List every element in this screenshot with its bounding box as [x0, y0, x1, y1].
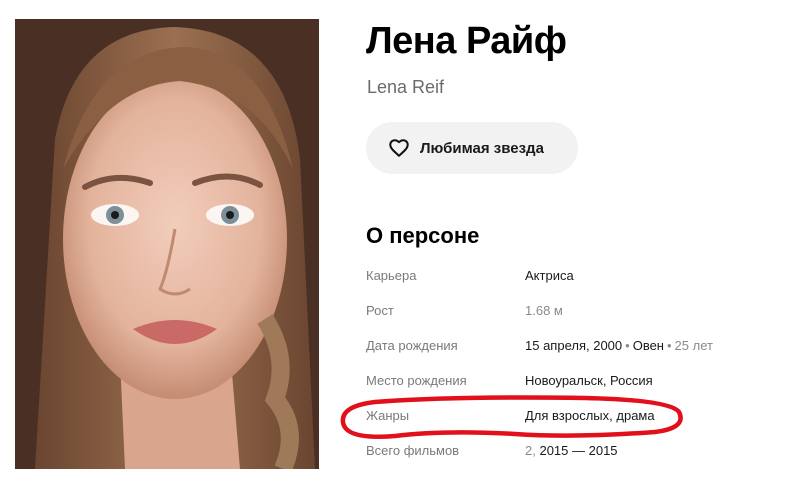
person-original-name: Lena Reif	[367, 77, 445, 97]
info-key: Рост	[366, 303, 394, 318]
info-value: 1.68 м	[525, 303, 563, 318]
separator-dot: •	[625, 338, 630, 353]
info-key: Дата рождения	[366, 338, 458, 353]
film-count[interactable]: 2,	[525, 443, 536, 458]
info-row-height: Рост 1.68 м	[366, 301, 786, 321]
info-key: Жанры	[366, 408, 410, 423]
info-key: Карьера	[366, 268, 417, 283]
birth-date-link[interactable]: 15 апреля, 2000	[525, 338, 622, 353]
info-row-genres: Жанры Для взрослых, драма	[366, 406, 786, 426]
info-row-birth-place: Место рождения Новоуральск, Россия	[366, 371, 786, 391]
portrait-image	[15, 19, 319, 469]
info-key: Место рождения	[366, 373, 467, 388]
person-photo[interactable]	[15, 19, 319, 469]
heart-icon	[388, 137, 410, 159]
separator-dot: •	[666, 338, 672, 353]
age-text: 25 лет	[674, 338, 713, 353]
person-page: Лена Райф Lena Reif Любимая звезда О пер…	[0, 0, 812, 488]
info-value: 2, 2015 — 2015	[525, 441, 618, 461]
favorite-star-label: Любимая звезда	[420, 139, 544, 157]
info-key: Всего фильмов	[366, 443, 460, 458]
person-name: Лена Райф	[366, 20, 567, 62]
info-row-career: Карьера Актриса	[366, 266, 786, 286]
info-value[interactable]: Новоуральск, Россия	[525, 371, 653, 391]
about-section-title: О персоне	[366, 223, 480, 248]
zodiac-sign-link[interactable]: Овен	[633, 338, 664, 353]
info-value[interactable]: Актриса	[525, 266, 574, 286]
info-row-total-films: Всего фильмов 2, 2015 — 2015	[366, 441, 786, 461]
favorite-star-button[interactable]: Любимая звезда	[366, 122, 578, 174]
info-value[interactable]: Для взрослых, драма	[525, 406, 655, 426]
info-value: 15 апреля, 2000 • Овен • 25 лет	[525, 336, 713, 356]
info-row-birth-date: Дата рождения 15 апреля, 2000 • Овен • 25 ле…	[366, 336, 786, 356]
film-years: 2015 — 2015	[539, 443, 618, 458]
